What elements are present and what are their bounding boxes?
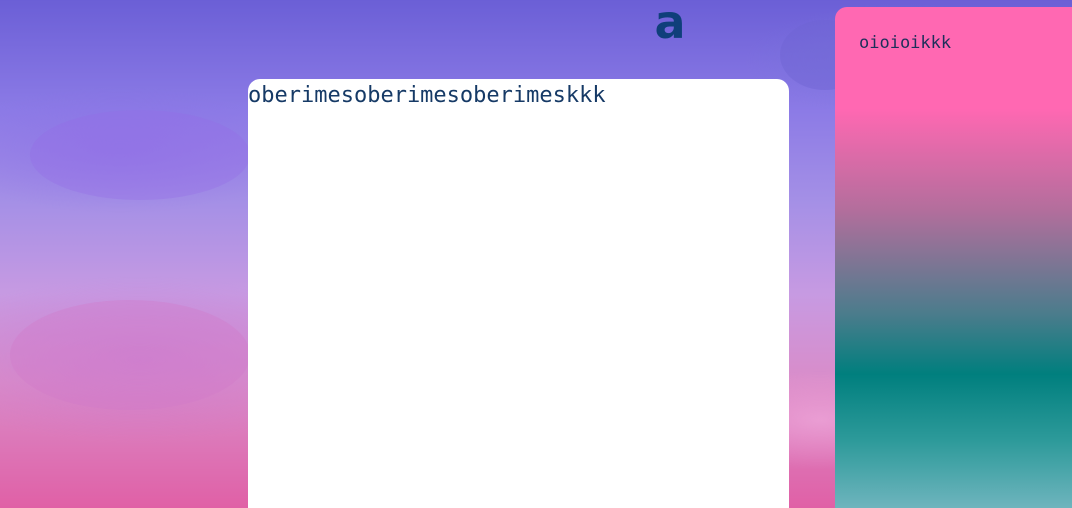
logo-icon[interactable]: a [650, 0, 690, 46]
background-cloud [10, 300, 250, 410]
main-text: oberimesoberimesoberimeskkk [248, 83, 606, 108]
background-cloud [30, 110, 250, 200]
sidebar-text: oioioikkk [859, 33, 952, 53]
main-content-panel: oberimesoberimesoberimeskkk [248, 79, 789, 508]
sidebar-panel: oioioikkk [835, 7, 1072, 508]
